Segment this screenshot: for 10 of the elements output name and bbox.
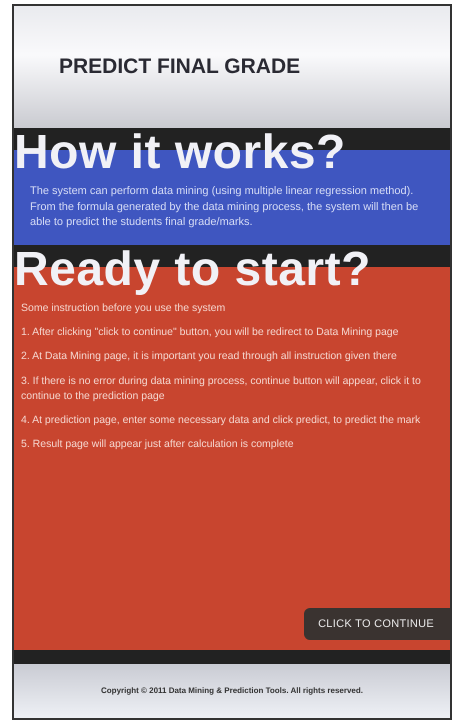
instruction-step: 5. Result page will appear just after calculation is complete <box>21 437 450 452</box>
instruction-step: 4. At prediction page, enter some necessary data and click predict, to predict the mark <box>21 413 450 428</box>
continue-button[interactable]: CLICK TO CONTINUE <box>304 608 450 640</box>
copyright-text: Copyright © 2011 Data Mining & Prediction Tools. All rights reserved. <box>101 685 363 697</box>
description-text: The system can perform data mining (using multiple linear regression method). From the formula generated by the data mining process, the system will then be able to predict the students final grade/marks. <box>30 184 420 230</box>
instruction-step: 3. If there is no error during data mining process, continue button will appear, click it to continue to the prediction page <box>21 374 450 404</box>
page-title: PREDICT FINAL GRADE <box>59 54 300 80</box>
instruction-intro: Some instruction before you use the system <box>21 300 226 316</box>
instruction-step: 1. After clicking "click to continue" button, you will be redirect to Data Mining page <box>21 325 450 340</box>
instruction-step: 2. At Data Mining page, it is important you read through all instruction given there <box>21 349 450 365</box>
